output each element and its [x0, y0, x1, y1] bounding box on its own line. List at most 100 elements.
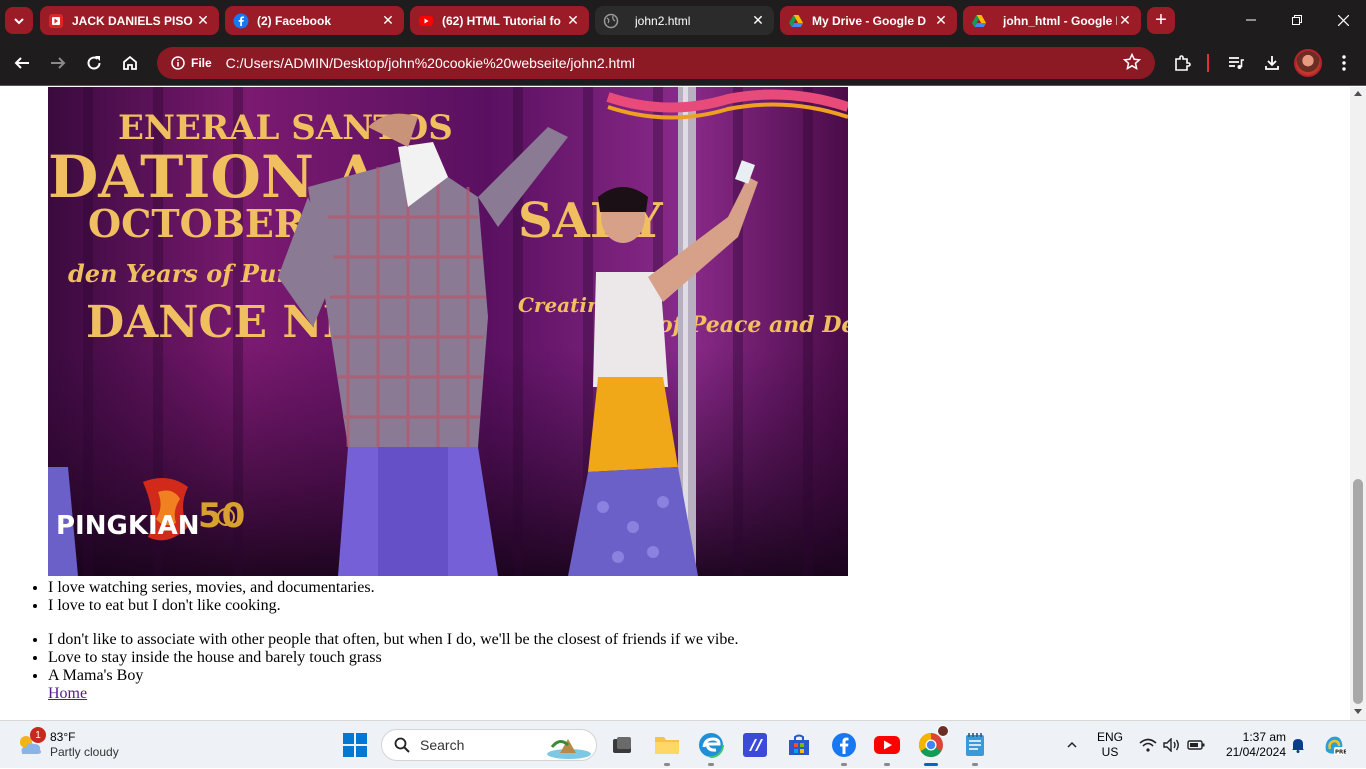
- bookmark-star-icon[interactable]: [1122, 52, 1143, 73]
- list-item: A Mama's Boy: [48, 667, 948, 685]
- youtube-creator-icon: [48, 13, 64, 29]
- restore-button[interactable]: [1274, 0, 1320, 40]
- running-indicator: [884, 763, 890, 766]
- media-controls-button[interactable]: [1221, 48, 1251, 78]
- tab-label: john_html - Google D: [1003, 13, 1117, 28]
- browser-menu-button[interactable]: [1329, 48, 1359, 78]
- task-view-icon: [613, 737, 631, 753]
- battery-status[interactable]: [1184, 721, 1208, 769]
- edge-app[interactable]: [695, 729, 727, 766]
- close-icon[interactable]: ✕: [933, 12, 949, 29]
- clock-time: 1:37 am: [1242, 730, 1286, 744]
- search-highlight-icon: [547, 739, 591, 759]
- task-view-app[interactable]: [606, 729, 638, 761]
- taskbar-search[interactable]: Search: [381, 729, 597, 761]
- close-icon[interactable]: ✕: [380, 12, 396, 29]
- notifications-button[interactable]: [1288, 721, 1308, 769]
- show-hidden-icons-button[interactable]: [1060, 721, 1084, 769]
- search-placeholder: Search: [420, 737, 465, 753]
- folder-icon: [655, 737, 679, 754]
- extensions-button[interactable]: [1167, 48, 1197, 78]
- minimize-button[interactable]: [1228, 0, 1274, 40]
- close-window-button[interactable]: [1320, 0, 1366, 40]
- file-explorer-app[interactable]: [651, 729, 683, 766]
- security-chip-label: File: [191, 56, 212, 70]
- url-text[interactable]: C:/Users/ADMIN/Desktop/john%20cookie%20w…: [226, 55, 635, 71]
- speaker-icon: [1163, 738, 1179, 752]
- close-icon[interactable]: ✕: [195, 12, 211, 29]
- home-button[interactable]: [115, 48, 145, 78]
- notepad-app[interactable]: [959, 729, 991, 766]
- tab-facebook[interactable]: (2) Facebook ✕: [225, 6, 404, 35]
- store-icon: [789, 734, 809, 755]
- plus-icon: +: [1155, 9, 1167, 31]
- logo-text: PINGKIAN: [56, 511, 200, 541]
- page-scrollbar[interactable]: [1350, 87, 1366, 720]
- scroll-thumb[interactable]: [1353, 479, 1363, 704]
- back-button[interactable]: [7, 48, 37, 78]
- youtube-app[interactable]: [871, 729, 903, 766]
- visual-studio-app[interactable]: [739, 729, 771, 761]
- logo-number: 50: [198, 496, 245, 536]
- hobbies-list: I love watching series, movies, and docu…: [48, 579, 948, 615]
- arrow-right-icon: [51, 57, 66, 69]
- code-editor-icon: [743, 733, 767, 757]
- close-icon[interactable]: ✕: [1117, 12, 1133, 29]
- tab-search-button[interactable]: [5, 7, 33, 34]
- new-tab-button[interactable]: +: [1147, 7, 1175, 34]
- info-icon: [171, 56, 185, 70]
- chevron-down-icon: [14, 17, 24, 24]
- youtube-icon: [418, 13, 434, 29]
- facebook-app[interactable]: [828, 729, 860, 766]
- region-code: US: [1101, 745, 1119, 759]
- scroll-up-arrow-icon[interactable]: [1354, 91, 1362, 96]
- tab-label: (2) Facebook: [257, 13, 332, 28]
- tab-my-drive[interactable]: My Drive - Google D ✕: [780, 6, 957, 35]
- volume-control[interactable]: [1160, 721, 1184, 769]
- reload-icon: [87, 56, 101, 70]
- close-icon: [1337, 14, 1349, 26]
- tab-john-html-drive[interactable]: john_html - Google D ✕: [963, 6, 1141, 35]
- windows-taskbar: 1 83°F Partly cloudy Search ENG US 1:37 …: [0, 720, 1366, 768]
- list-item: Love to stay inside the house and barely…: [48, 649, 948, 667]
- puzzle-icon: [1175, 55, 1191, 71]
- notification-badge: 1: [30, 727, 46, 743]
- chrome-app[interactable]: [915, 725, 949, 766]
- playlist-icon: [1229, 57, 1244, 69]
- address-bar[interactable]: File C:/Users/ADMIN/Desktop/john%20cooki…: [157, 47, 1155, 79]
- close-icon[interactable]: ✕: [565, 12, 581, 29]
- youtube-icon: [874, 736, 900, 754]
- clock-date: 21/04/2024: [1225, 745, 1286, 759]
- language-code: ENG: [1096, 730, 1123, 744]
- wifi-icon: [1139, 738, 1157, 752]
- wifi-status[interactable]: [1136, 721, 1160, 769]
- profile-avatar[interactable]: [1294, 49, 1322, 77]
- scroll-down-arrow-icon[interactable]: [1354, 709, 1362, 714]
- minimize-icon: [1246, 19, 1256, 21]
- site-info-chip[interactable]: File: [165, 52, 218, 74]
- home-link[interactable]: Home: [48, 685, 87, 703]
- weather-temp: 83°F: [50, 730, 76, 744]
- system-clock[interactable]: 1:37 am 21/04/2024: [1212, 730, 1286, 760]
- microsoft-store-app[interactable]: [783, 729, 815, 761]
- download-icon: [1265, 56, 1279, 70]
- copilot-button[interactable]: PRE: [1320, 721, 1348, 769]
- globe-icon: [603, 13, 619, 29]
- forward-button[interactable]: [43, 48, 73, 78]
- windows-start-icon[interactable]: [342, 732, 368, 758]
- tab-html-tutorial[interactable]: (62) HTML Tutorial fo ✕: [410, 6, 589, 35]
- reload-button[interactable]: [79, 48, 109, 78]
- copilot-icon: PRE: [1325, 736, 1346, 756]
- running-indicator: [708, 763, 714, 766]
- running-indicator: [972, 763, 978, 766]
- close-icon[interactable]: ✕: [750, 12, 766, 29]
- tab-john2-html[interactable]: john2.html ✕: [595, 6, 774, 35]
- tab-jack-daniels[interactable]: JACK DANIELS PISO W ✕: [40, 6, 219, 35]
- downloads-button[interactable]: [1257, 48, 1287, 78]
- google-drive-icon: [971, 13, 987, 29]
- weather-condition: Partly cloudy: [50, 745, 119, 759]
- running-indicator: [664, 763, 670, 766]
- language-indicator[interactable]: ENG US: [1094, 730, 1126, 760]
- weather-widget[interactable]: 1 83°F Partly cloudy: [16, 727, 156, 763]
- edge-icon: [698, 732, 724, 758]
